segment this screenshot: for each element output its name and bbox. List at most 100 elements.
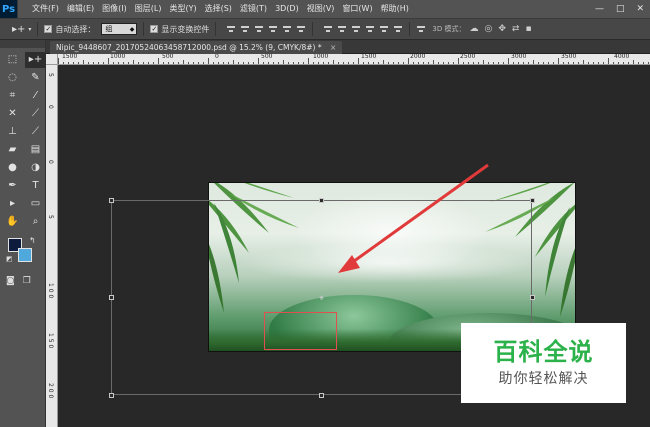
gradient-tool-icon[interactable]: ▤ [25,142,46,158]
menu-type[interactable]: 类型(Y) [165,0,200,18]
show-transform-checkbox[interactable]: ✓ [150,25,159,33]
ruler-tick [288,62,289,64]
lasso-tool-icon[interactable]: ◌ [2,70,23,86]
distribute-bottom-icon[interactable] [351,24,361,34]
healing-tool-icon[interactable]: ✕ [2,106,23,122]
auto-align-icon[interactable] [416,24,426,34]
align-top-icon[interactable] [226,24,236,34]
menu-3d[interactable]: 3D(D) [271,0,303,18]
scale-3d-icon[interactable]: ▪ [525,24,531,34]
default-colors-icon[interactable]: ◩ [6,255,13,263]
move-tool-icon[interactable]: ▸+ [25,52,46,68]
ruler-tick [648,62,649,64]
distribute-vcenter-icon[interactable] [337,24,347,34]
menu-help[interactable]: 帮助(H) [377,0,413,18]
horizontal-ruler[interactable]: 1500 1000 500 0 500 1000 1500 2000 2500 … [58,54,650,65]
quick-mask-icon[interactable]: ◙ [6,276,15,286]
transform-handle-left[interactable] [109,295,114,300]
ruler-tick [398,62,399,64]
crop-tool-icon[interactable]: ⌗ [2,88,23,104]
ruler-tick [413,62,414,64]
auto-select-dropdown[interactable]: 组 ◆ [101,23,138,35]
vertical-ruler[interactable]: 5 0 0 5 1 0 0 1 5 0 2 0 0 [46,65,58,427]
ruler-label: 5 [47,73,54,77]
menu-image[interactable]: 图像(I) [98,0,131,18]
menu-view[interactable]: 视图(V) [303,0,339,18]
hand-tool-icon[interactable]: ✋ [2,214,23,230]
ruler-tick [418,62,419,64]
ruler-tick [88,62,89,64]
close-window-icon[interactable]: ✕ [636,4,644,14]
minimize-icon[interactable]: — [595,4,604,14]
swap-colors-icon[interactable]: ↰ [29,236,36,245]
ruler-label: 0 [215,54,219,60]
marquee-tool-icon[interactable]: ⬚ [2,52,23,68]
dodge-tool-icon[interactable]: ◑ [25,160,46,176]
distribute-top-icon[interactable] [323,24,333,34]
ruler-tick [148,62,149,64]
ruler-tick [193,62,194,64]
ruler-tick [473,62,474,64]
align-left-icon[interactable] [268,24,278,34]
distribute-left-icon[interactable] [365,24,375,34]
ruler-origin[interactable] [46,54,58,65]
orbit-3d-icon[interactable]: ☁ [470,24,479,34]
align-hcenter-icon[interactable] [282,24,292,34]
distribute-right-icon[interactable] [393,24,403,34]
divider [143,22,145,36]
pen-tool-icon[interactable]: ✒ [2,178,23,194]
document-tab[interactable]: Nipic_9448607_20170524063458712000.psd @… [50,41,343,54]
stamp-tool-icon[interactable]: ⊥ [2,124,23,140]
path-select-tool-icon[interactable]: ▸ [2,196,23,212]
ruler-tick [183,60,184,64]
quick-select-tool-icon[interactable]: ✎ [25,70,46,86]
tool-preset-picker[interactable]: ▸+ ▾ [12,24,31,35]
menu-filter[interactable]: 滤镜(T) [236,0,271,18]
ruler-tick [408,58,409,64]
distribute-hcenter-icon[interactable] [379,24,389,34]
watermark-subtitle: 助你轻松解决 [498,371,589,387]
tools-panel-header[interactable] [0,40,45,48]
align-right-icon[interactable] [296,24,306,34]
blur-tool-icon[interactable]: ● [2,160,23,176]
eyedropper-tool-icon[interactable]: ⁄ [25,88,46,104]
type-tool-icon[interactable]: T [25,178,46,194]
menu-select[interactable]: 选择(S) [201,0,236,18]
brush-tool-icon[interactable]: ⟋ [25,106,46,122]
eraser-tool-icon[interactable]: ▰ [2,142,23,158]
ruler-label: 1000 [110,54,126,60]
close-tab-icon[interactable]: × [330,43,336,52]
transform-handle-bottom[interactable] [319,393,324,398]
roll-3d-icon[interactable]: ◎ [485,24,493,34]
rectangle-tool-icon[interactable]: ▭ [25,196,46,212]
auto-select-checkbox[interactable]: ✓ [44,25,53,33]
ruler-tick [498,62,499,64]
ruler-tick [63,62,64,64]
menu-file[interactable]: 文件(F) [28,0,63,18]
ruler-tick [423,62,424,64]
zoom-tool-icon[interactable]: ⌕ [25,214,46,230]
transform-handle-top-right[interactable] [530,198,535,203]
ruler-tick [598,62,599,64]
ruler-tick [563,62,564,64]
ruler-tick [93,62,94,64]
drag-3d-icon[interactable]: ✥ [498,24,506,34]
ruler-tick [603,62,604,64]
background-color-swatch[interactable] [18,248,32,262]
align-vcenter-icon[interactable] [240,24,250,34]
history-brush-tool-icon[interactable]: ⟋ [25,124,46,140]
maximize-icon[interactable]: □ [616,4,625,14]
transform-handle-bottom-left[interactable] [109,393,114,398]
transform-handle-top[interactable] [319,198,324,203]
transform-center-icon[interactable]: ⌖ [319,294,324,304]
align-bottom-icon[interactable] [254,24,264,34]
menu-window[interactable]: 窗口(W) [338,0,376,18]
slide-3d-icon[interactable]: ⇄ [512,24,520,34]
screen-mode-icon[interactable]: ❐ [23,276,31,286]
ruler-tick [578,62,579,64]
transform-handle-top-left[interactable] [109,198,114,203]
ruler-tick [158,58,159,64]
menu-layer[interactable]: 图层(L) [131,0,166,18]
menu-edit[interactable]: 编辑(E) [63,0,98,18]
transform-handle-right[interactable] [530,295,535,300]
